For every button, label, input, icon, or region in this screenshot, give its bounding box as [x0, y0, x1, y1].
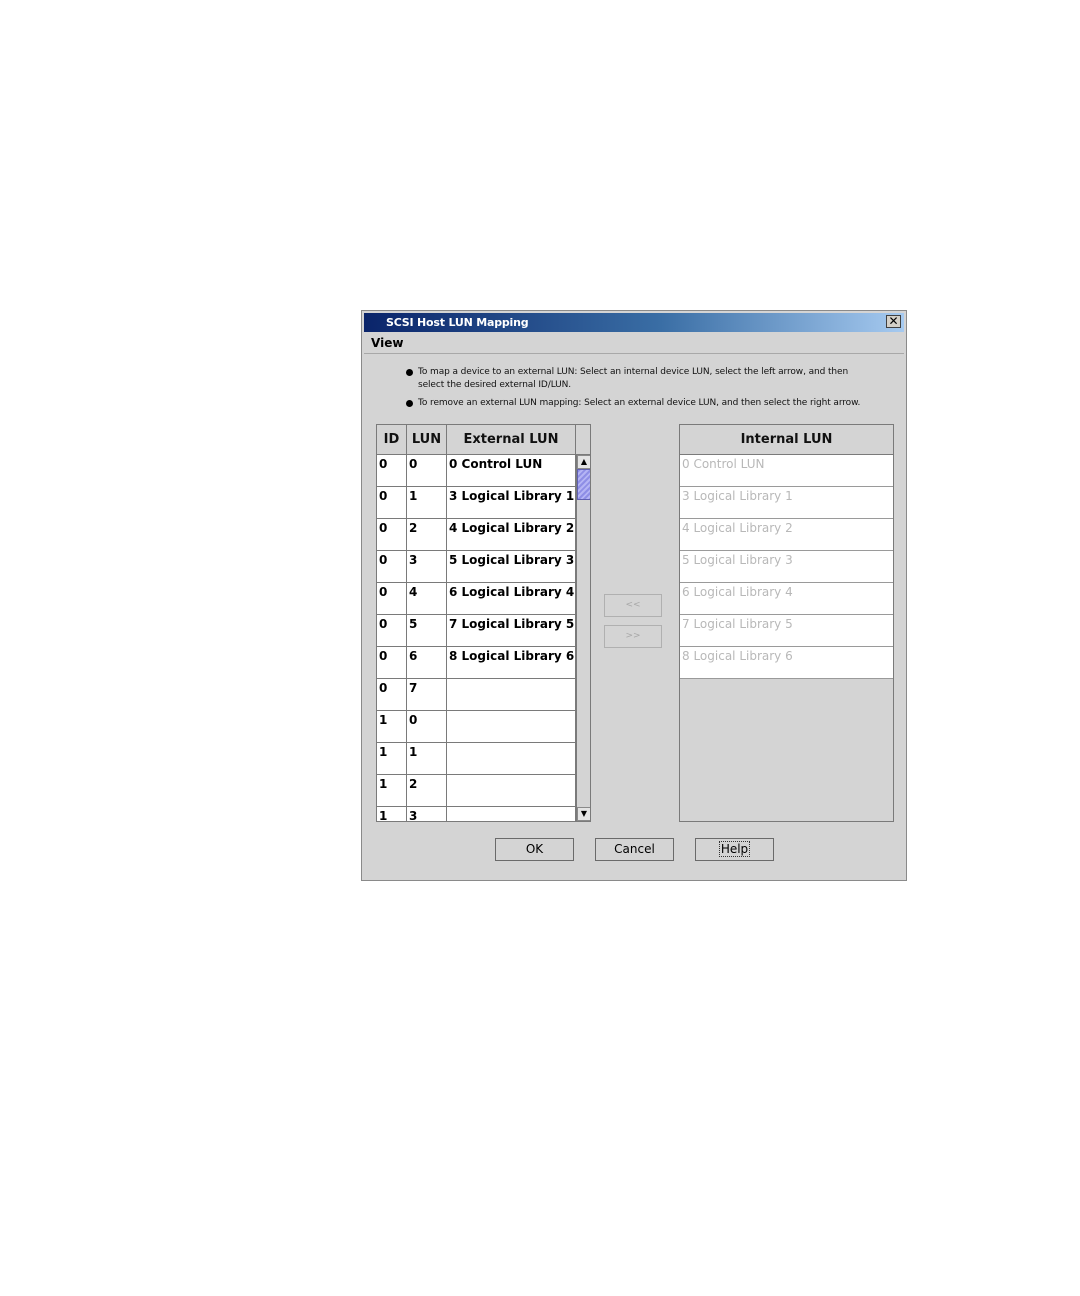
internal-lun-row[interactable]: 6 Logical Library 4 [680, 583, 893, 615]
external-cell-id[interactable]: 0 [377, 615, 407, 647]
header-corner [576, 425, 590, 455]
close-button[interactable]: ✕ [886, 315, 901, 328]
internal-lun-table: Internal LUN 0 Control LUN 3 Logical Libr… [679, 424, 894, 822]
cancel-button[interactable]: Cancel [595, 838, 674, 861]
external-cell-lun[interactable]: 1 [407, 743, 447, 775]
menu-bar: View [364, 333, 904, 354]
external-cell-id[interactable]: 1 [377, 711, 407, 743]
internal-lun-row[interactable]: 4 Logical Library 2 [680, 519, 893, 551]
instruction-line-1: To map a device to an external LUN: Sele… [418, 367, 849, 377]
title-bar[interactable]: SCSI Host LUN Mapping ✕ [364, 313, 904, 332]
external-cell-lun[interactable]: 2 [407, 775, 447, 807]
external-cell-id[interactable]: 0 [377, 679, 407, 711]
ok-button[interactable]: OK [495, 838, 574, 861]
external-cell-lun[interactable]: 0 [407, 455, 447, 487]
external-cell-lun[interactable]: 3 [407, 551, 447, 583]
arrow-down-icon: ▼ [580, 809, 588, 818]
external-cell-lun[interactable]: 0 [407, 711, 447, 743]
external-cell-name[interactable]: 8 Logical Library 6 [447, 647, 576, 679]
arrow-up-icon: ▲ [580, 457, 588, 466]
external-cell-lun[interactable]: 3 [407, 807, 447, 821]
external-cell-name[interactable]: 5 Logical Library 3 [447, 551, 576, 583]
map-left-button[interactable]: << [604, 594, 662, 617]
external-cell-id[interactable]: 0 [377, 519, 407, 551]
external-cell-name[interactable] [447, 679, 576, 711]
header-external-lun[interactable]: External LUN [447, 425, 576, 455]
external-cell-id[interactable]: 0 [377, 551, 407, 583]
internal-lun-row[interactable]: 3 Logical Library 1 [680, 487, 893, 519]
help-button[interactable]: Help [695, 838, 774, 861]
external-cell-id[interactable]: 1 [377, 807, 407, 821]
external-cell-name[interactable]: 0 Control LUN [447, 455, 576, 487]
unmap-right-button[interactable]: >> [604, 625, 662, 648]
external-cell-id[interactable]: 0 [377, 647, 407, 679]
scroll-up-button[interactable]: ▲ [577, 455, 590, 469]
external-cell-lun[interactable]: 7 [407, 679, 447, 711]
external-cell-id[interactable]: 0 [377, 583, 407, 615]
instruction-line-3: To remove an external LUN mapping: Selec… [418, 398, 861, 408]
external-cell-id[interactable]: 1 [377, 743, 407, 775]
close-icon: ✕ [888, 314, 899, 328]
lun-mapping-dialog: SCSI Host LUN Mapping ✕ View To map a de… [361, 310, 907, 881]
external-cell-name[interactable]: 6 Logical Library 4 [447, 583, 576, 615]
internal-lun-row[interactable]: 7 Logical Library 5 [680, 615, 893, 647]
external-scrollbar[interactable]: ▲ ▼ [576, 455, 590, 821]
menu-view[interactable]: View [371, 336, 403, 350]
external-cell-lun[interactable]: 1 [407, 487, 447, 519]
external-cell-id[interactable]: 0 [377, 455, 407, 487]
scroll-down-button[interactable]: ▼ [577, 807, 590, 821]
external-cell-lun[interactable]: 2 [407, 519, 447, 551]
external-cell-id[interactable]: 0 [377, 487, 407, 519]
instruction-line-2: select the desired external ID/LUN. [418, 380, 572, 390]
scroll-thumb[interactable] [577, 469, 590, 500]
external-cell-name[interactable]: 7 Logical Library 5 [447, 615, 576, 647]
external-cell-lun[interactable]: 6 [407, 647, 447, 679]
header-id[interactable]: ID [377, 425, 407, 455]
internal-lun-row[interactable]: 5 Logical Library 3 [680, 551, 893, 583]
external-cell-lun[interactable]: 5 [407, 615, 447, 647]
bullet-icon [406, 369, 413, 376]
internal-lun-row[interactable]: 8 Logical Library 6 [680, 647, 893, 679]
external-lun-table: ID LUN External LUN 000 Control LUN 0 1 3 L… [376, 424, 591, 822]
external-cell-name[interactable] [447, 743, 576, 775]
external-cell-name[interactable]: 3 Logical Library 1 [447, 487, 576, 519]
header-lun[interactable]: LUN [407, 425, 447, 455]
external-cell-name[interactable] [447, 775, 576, 807]
dialog-title: SCSI Host LUN Mapping [386, 316, 529, 329]
external-cell-id[interactable]: 1 [377, 775, 407, 807]
help-button-label: Help [718, 841, 751, 857]
external-cell-name[interactable] [447, 807, 576, 821]
bullet-icon [406, 400, 413, 407]
external-cell-lun[interactable]: 4 [407, 583, 447, 615]
internal-lun-row[interactable]: 0 Control LUN [680, 455, 893, 487]
external-cell-name[interactable]: 4 Logical Library 2 [447, 519, 576, 551]
external-cell-name[interactable] [447, 711, 576, 743]
header-internal-lun[interactable]: Internal LUN [680, 425, 893, 455]
